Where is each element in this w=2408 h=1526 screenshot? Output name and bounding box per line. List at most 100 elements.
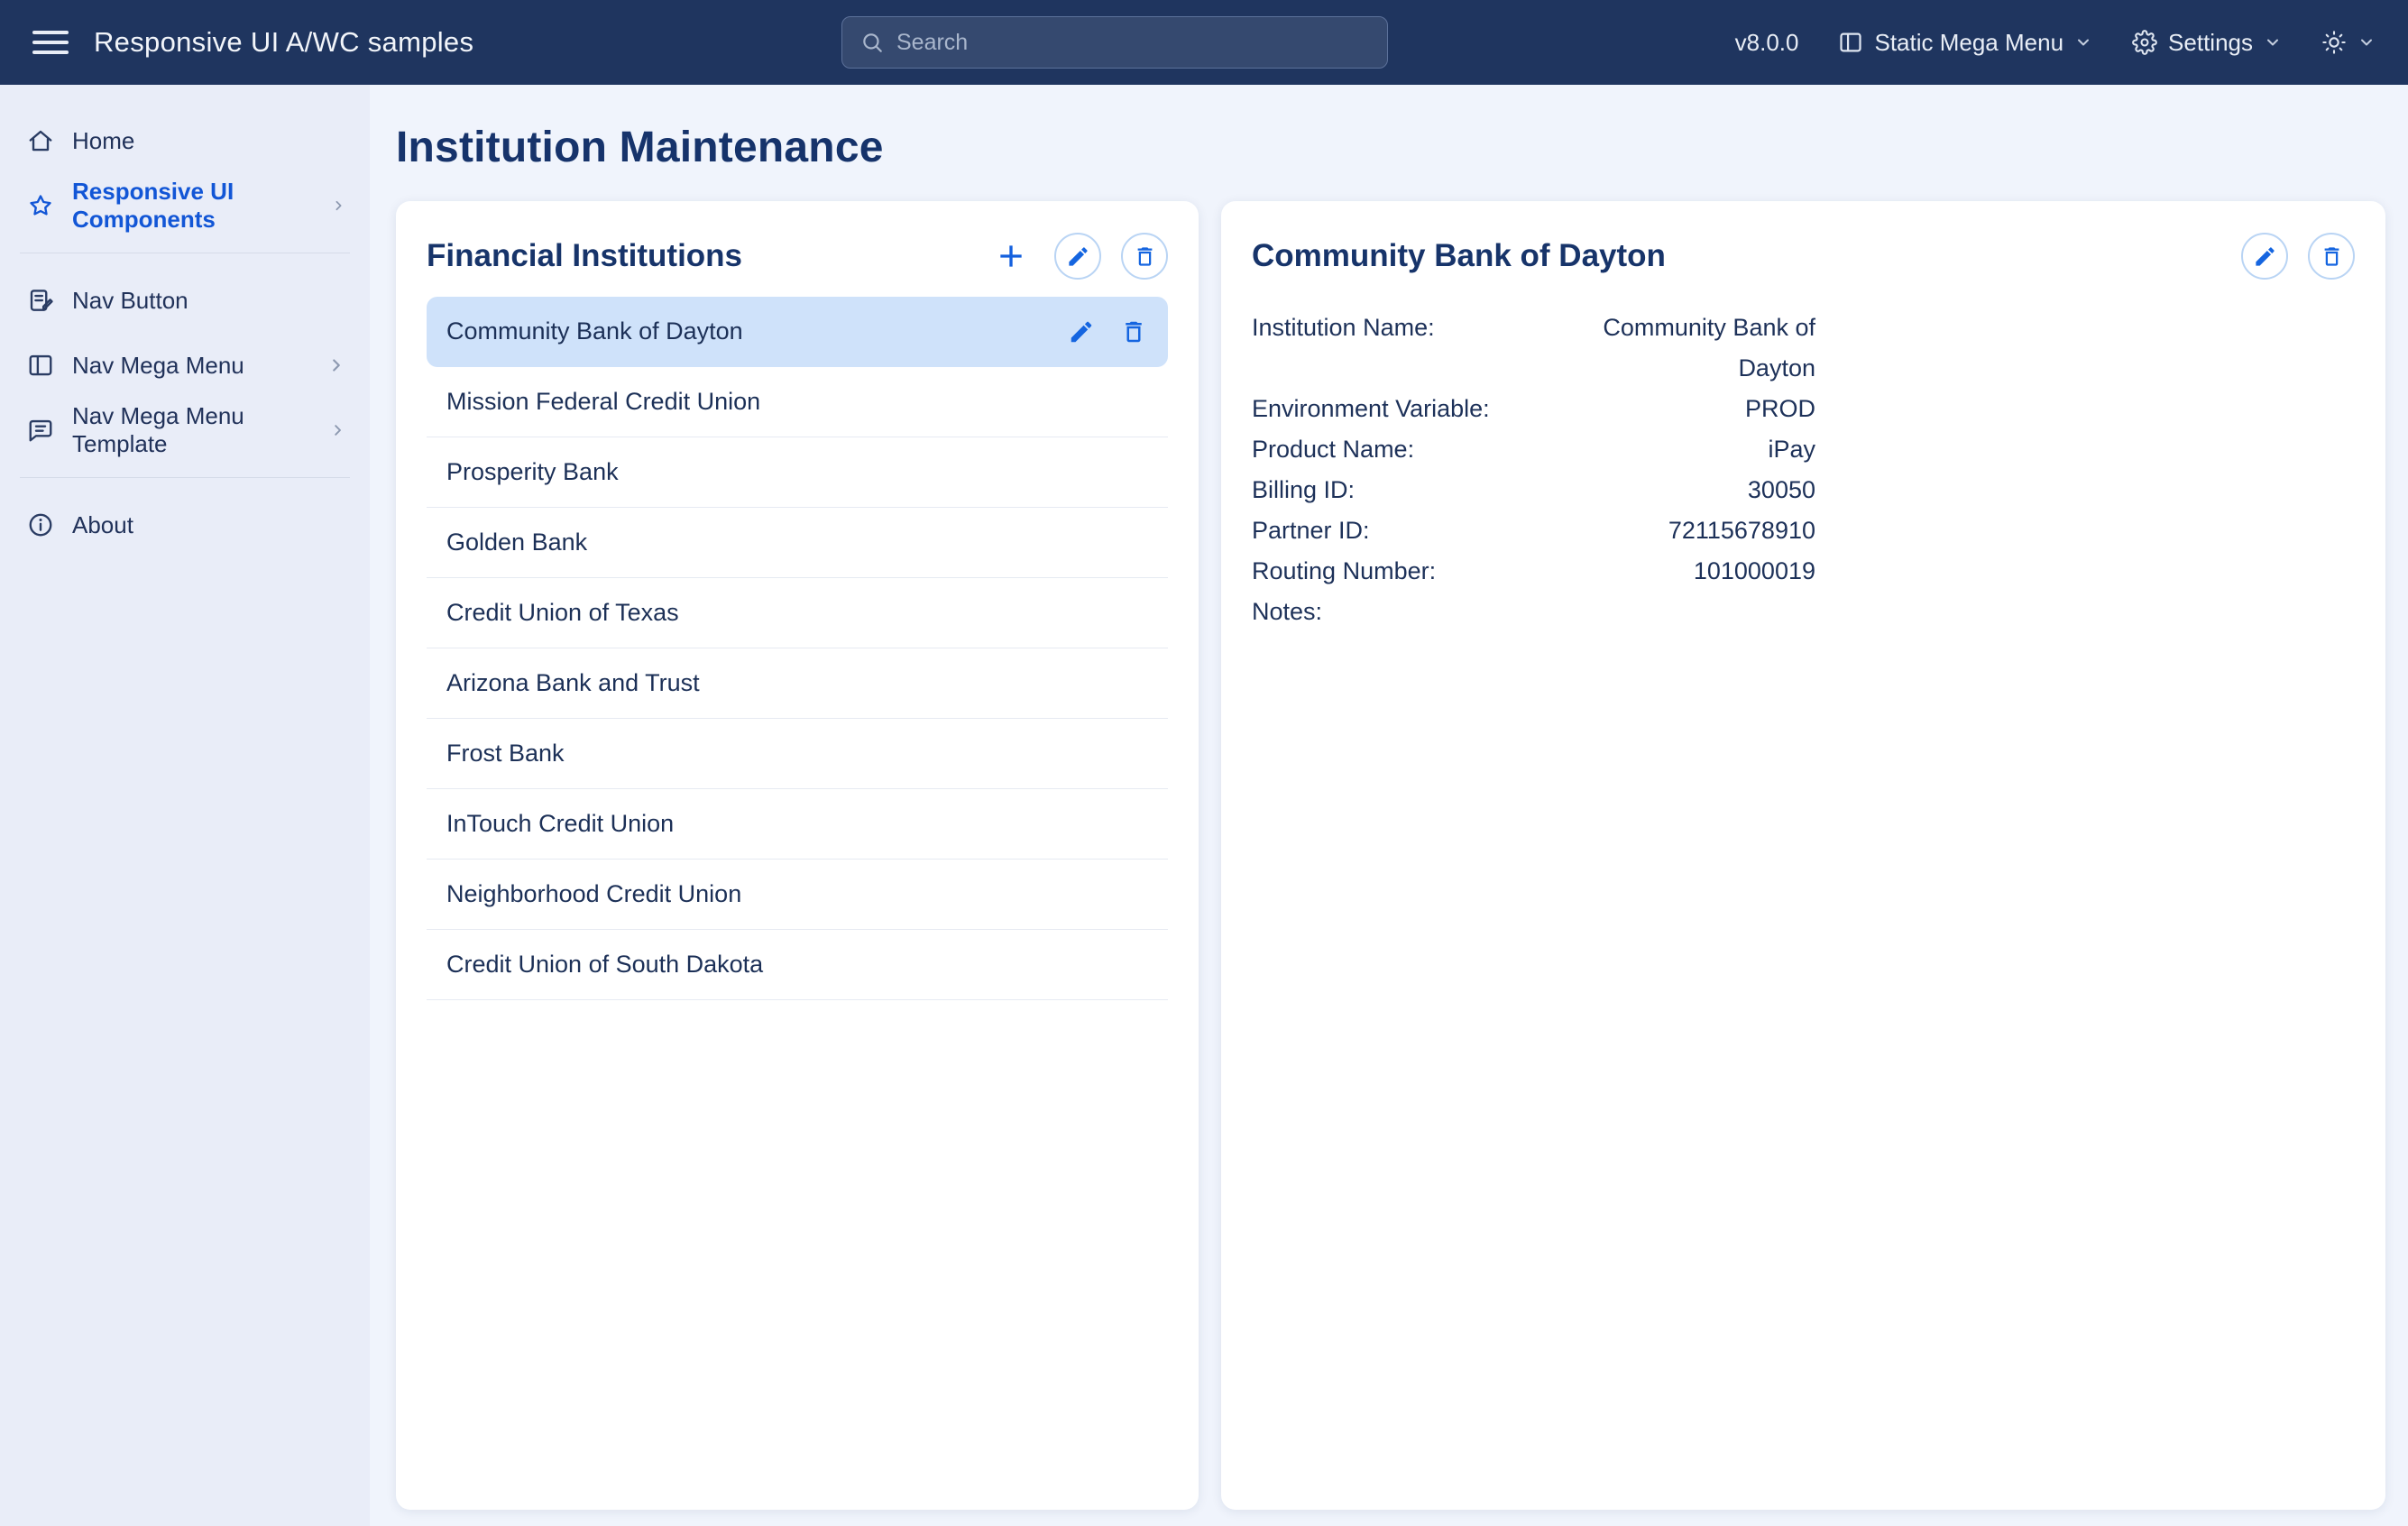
financial-institutions-panel: Financial Institutions xyxy=(396,201,1199,1510)
app-title: Responsive UI A/WC samples xyxy=(94,26,473,59)
field-value: iPay xyxy=(1549,429,1815,470)
chevron-right-icon xyxy=(331,196,346,216)
detail-row: Institution Name: Community Bank of Dayt… xyxy=(1252,308,1815,389)
top-bar-right: v8.0.0 Static Mega Menu Settings xyxy=(1735,29,2376,57)
page-title: Institution Maintenance xyxy=(396,123,2385,172)
plus-icon xyxy=(993,238,1029,274)
institution-row[interactable]: Credit Union of South Dakota xyxy=(427,930,1168,1000)
pencil-icon xyxy=(1066,244,1090,269)
search-box[interactable] xyxy=(841,16,1388,69)
institution-name: Frost Bank xyxy=(446,740,565,768)
sidebar-item-label: About xyxy=(72,511,133,539)
detail-row: Notes: xyxy=(1252,592,1815,632)
field-value: PROD xyxy=(1549,389,1815,429)
trash-icon xyxy=(2320,244,2344,269)
chevron-right-icon xyxy=(329,420,346,440)
settings-label: Settings xyxy=(2168,29,2253,57)
sidebar-item-label: Home xyxy=(72,127,134,155)
institution-row[interactable]: Credit Union of Texas xyxy=(427,578,1168,648)
trash-icon xyxy=(1133,244,1157,269)
theme-toggle-dropdown[interactable] xyxy=(2321,30,2376,55)
nav-button-icon xyxy=(27,287,54,314)
field-value xyxy=(1549,592,1815,632)
sun-icon xyxy=(2321,30,2347,55)
detail-row: Partner ID: 72115678910 xyxy=(1252,510,1815,551)
chevron-right-icon xyxy=(326,355,346,375)
sidebar: Home Responsive UI Components Nav Button… xyxy=(0,85,370,1526)
pencil-icon xyxy=(2253,244,2277,269)
mega-menu-label: Static Mega Menu xyxy=(1874,29,2063,57)
sidebar-item-nav-button[interactable]: Nav Button xyxy=(0,268,370,333)
nav-mega-menu-icon xyxy=(27,352,54,379)
version-label: v8.0.0 xyxy=(1735,29,1799,57)
field-label: Product Name: xyxy=(1252,429,1549,470)
sidebar-item-nav-mega-menu[interactable]: Nav Mega Menu xyxy=(0,333,370,398)
add-institution-button[interactable] xyxy=(988,233,1034,280)
search-input[interactable] xyxy=(896,30,1369,56)
chevron-down-icon xyxy=(2264,33,2282,51)
detail-row: Environment Variable: PROD xyxy=(1252,389,1815,429)
institution-name: Mission Federal Credit Union xyxy=(446,388,760,416)
field-label: Routing Number: xyxy=(1252,551,1549,592)
home-icon xyxy=(27,127,54,154)
app-window: Responsive UI A/WC samples v8.0.0 Static… xyxy=(0,0,2408,1526)
detail-row: Routing Number: 101000019 xyxy=(1252,551,1815,592)
main-content: Institution Maintenance Financial Instit… xyxy=(370,85,2408,1526)
search-icon xyxy=(860,31,884,54)
nav-mega-menu-template-icon xyxy=(27,417,54,444)
mega-menu-dropdown[interactable]: Static Mega Menu xyxy=(1838,29,2092,57)
institution-row[interactable]: Neighborhood Credit Union xyxy=(427,860,1168,930)
institution-row[interactable]: Mission Federal Credit Union xyxy=(427,367,1168,437)
pencil-icon xyxy=(1068,318,1095,345)
field-label: Environment Variable: xyxy=(1252,389,1549,429)
institution-name: Credit Union of Texas xyxy=(446,599,679,627)
field-value: 72115678910 xyxy=(1549,510,1815,551)
delete-row-button[interactable] xyxy=(1119,317,1148,346)
detail-title: Community Bank of Dayton xyxy=(1252,238,1666,274)
institution-row-selected[interactable]: Community Bank of Dayton xyxy=(427,297,1168,367)
institution-name: Prosperity Bank xyxy=(446,458,619,486)
star-icon xyxy=(27,192,54,219)
edit-row-button[interactable] xyxy=(1067,317,1096,346)
detail-fields: Institution Name: Community Bank of Dayt… xyxy=(1252,308,1815,632)
institution-name: Community Bank of Dayton xyxy=(446,317,743,345)
institution-row[interactable]: Prosperity Bank xyxy=(427,437,1168,508)
hamburger-menu-icon[interactable] xyxy=(32,24,69,60)
top-bar: Responsive UI A/WC samples v8.0.0 Static… xyxy=(0,0,2408,85)
mega-menu-icon xyxy=(1838,30,1863,55)
gear-icon xyxy=(2132,30,2157,55)
institution-row[interactable]: Arizona Bank and Trust xyxy=(427,648,1168,719)
chevron-down-icon xyxy=(2357,33,2376,51)
institution-name: Credit Union of South Dakota xyxy=(446,951,763,979)
delete-institution-button[interactable] xyxy=(1121,233,1168,280)
field-label: Partner ID: xyxy=(1252,510,1549,551)
field-label: Institution Name: xyxy=(1252,308,1549,389)
institution-list: Community Bank of Dayton Mission Federa xyxy=(427,297,1168,1000)
detail-row: Billing ID: 30050 xyxy=(1252,470,1815,510)
field-value: 30050 xyxy=(1549,470,1815,510)
sidebar-item-about[interactable]: About xyxy=(0,492,370,557)
sidebar-item-label: Nav Button xyxy=(72,287,188,315)
detail-row: Product Name: iPay xyxy=(1252,429,1815,470)
panel-title: Financial Institutions xyxy=(427,238,742,274)
sidebar-item-responsive-ui-components[interactable]: Responsive UI Components xyxy=(0,173,370,238)
institution-row[interactable]: Frost Bank xyxy=(427,719,1168,789)
institution-name: InTouch Credit Union xyxy=(446,810,674,838)
trash-icon xyxy=(1120,318,1147,345)
institution-row[interactable]: InTouch Credit Union xyxy=(427,789,1168,860)
settings-dropdown[interactable]: Settings xyxy=(2132,29,2282,57)
institution-name: Arizona Bank and Trust xyxy=(446,669,700,697)
institution-name: Neighborhood Credit Union xyxy=(446,880,741,908)
sidebar-divider xyxy=(20,477,350,478)
institution-name: Golden Bank xyxy=(446,529,587,556)
institution-row[interactable]: Golden Bank xyxy=(427,508,1168,578)
field-label: Billing ID: xyxy=(1252,470,1549,510)
sidebar-item-label: Nav Mega Menu xyxy=(72,352,244,380)
institution-detail-panel: Community Bank of Dayton Insti xyxy=(1221,201,2385,1510)
sidebar-item-nav-mega-menu-template[interactable]: Nav Mega Menu Template xyxy=(0,398,370,463)
edit-institution-button[interactable] xyxy=(1054,233,1101,280)
sidebar-item-home[interactable]: Home xyxy=(0,108,370,173)
delete-detail-button[interactable] xyxy=(2308,233,2355,280)
info-icon xyxy=(27,511,54,538)
edit-detail-button[interactable] xyxy=(2241,233,2288,280)
